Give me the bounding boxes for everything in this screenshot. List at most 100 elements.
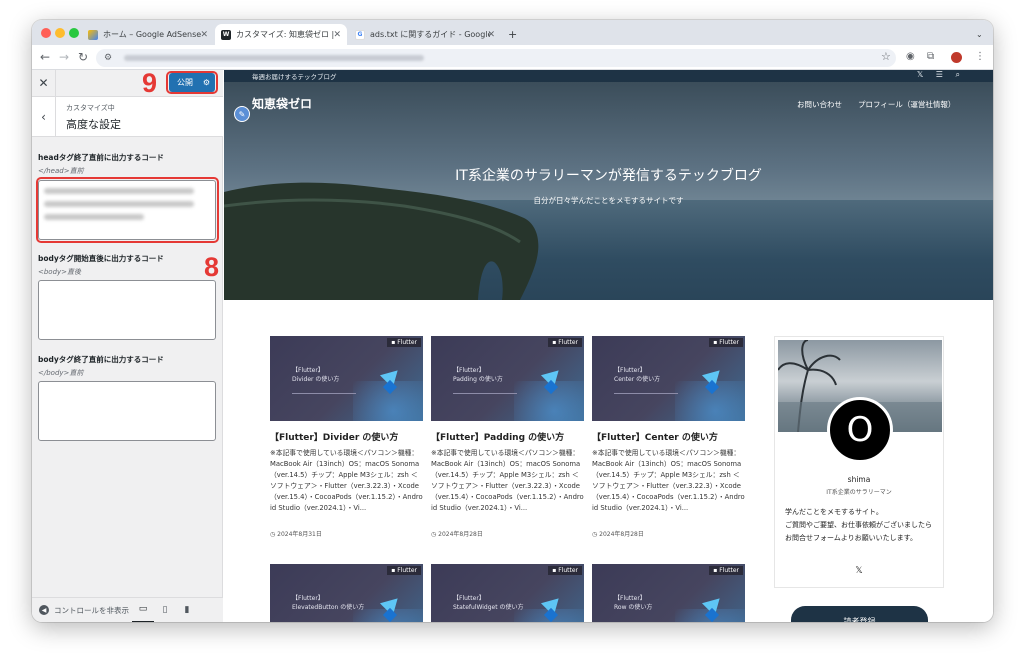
- subscribe-button[interactable]: 読者登録: [791, 606, 928, 622]
- address-bar[interactable]: ⚙ ☆: [96, 49, 896, 67]
- new-tab-button[interactable]: +: [502, 24, 522, 45]
- head-field-highlight: [36, 177, 219, 243]
- section-subtitle: カスタマイズ中: [66, 104, 115, 112]
- back-arrow-icon[interactable]: ‹: [32, 97, 56, 137]
- mobile-preview-icon[interactable]: ▮: [176, 598, 198, 623]
- wordpress-icon: W: [221, 29, 231, 40]
- tab-customizer[interactable]: W カスタマイズ: 知恵袋ゼロ | 毎週お届けする ✕: [215, 24, 347, 45]
- adsense-icon: [88, 29, 98, 40]
- customizer-footer: ◀ コントロールを非表示 ▭ ▯ ▮: [32, 597, 223, 622]
- section-title: 高度な設定: [66, 118, 121, 131]
- minimize-window-button[interactable]: [55, 28, 65, 38]
- post-thumbnail[interactable]: ▪ Flutter 【Flutter】 Padding の使い方: [431, 336, 584, 421]
- thumb-divider: [292, 393, 356, 394]
- body-close-code-desc: </body>直前: [38, 369, 84, 377]
- post-card[interactable]: ▪ Flutter 【Flutter】 Center の使い方 【Flutter…: [592, 336, 745, 538]
- nav-profile[interactable]: プロフィール（運営社情報）: [858, 99, 955, 110]
- post-excerpt: ※本記事で使用している環境＜パソコン＞機種：MacBook Air（13inch…: [592, 449, 745, 512]
- hide-controls-label: コントロールを非表示: [54, 605, 129, 615]
- body-close-code-label: bodyタグ終了直前に出力するコード: [38, 355, 164, 364]
- thumb-title: 【Flutter】 Center の使い方: [614, 367, 661, 383]
- post-title[interactable]: 【Flutter】Divider の使い方: [270, 430, 423, 443]
- post-title[interactable]: 【Flutter】Padding の使い方: [431, 430, 584, 443]
- post-card[interactable]: ▪ Flutter 【Flutter】 StatefulWidget の使い方: [431, 564, 584, 622]
- body-close-code-field[interactable]: [38, 381, 216, 441]
- google-icon: G: [355, 29, 365, 40]
- thumb-title: 【Flutter】 ElevatedButton の使い方: [292, 595, 365, 611]
- tab-title: ホーム – Google AdSense: [103, 30, 202, 39]
- site-info-icon[interactable]: ⚙: [104, 52, 112, 64]
- publish-highlight: [166, 71, 218, 94]
- menu-kebab-icon[interactable]: ⋮: [975, 51, 985, 63]
- body-open-code-label: bodyタグ開始直後に出力するコード: [38, 254, 164, 263]
- tab-close-icon[interactable]: ✕: [333, 30, 341, 40]
- tab-title: カスタマイズ: 知恵袋ゼロ | 毎週お届けする: [236, 30, 336, 39]
- desktop-preview-icon[interactable]: ▭: [132, 598, 154, 622]
- hero-subheading: 自分が日々学んだことをメモするサイトです: [533, 196, 684, 205]
- post-thumbnail[interactable]: ▪ Flutter 【Flutter】 ElevatedButton の使い方: [270, 564, 423, 622]
- section-header: ‹ カスタマイズ中 高度な設定: [32, 97, 223, 137]
- body-open-code-field[interactable]: [38, 280, 216, 340]
- category-badge: ▪ Flutter: [387, 338, 421, 347]
- forward-button[interactable]: →: [59, 50, 69, 64]
- reload-button[interactable]: ↻: [78, 50, 88, 64]
- hide-controls-button[interactable]: ◀ コントロールを非表示: [32, 605, 132, 616]
- avatar[interactable]: O: [827, 397, 893, 463]
- close-customizer-button[interactable]: ✕: [32, 70, 56, 97]
- x-social-icon[interactable]: 𝕏: [775, 566, 943, 576]
- annotation-publish: 9: [142, 68, 158, 98]
- site-logo-icon[interactable]: ✎: [234, 106, 250, 122]
- nav-contact[interactable]: お問い合わせ: [797, 99, 842, 110]
- site-nav: お問い合わせ プロフィール（運営社情報）: [797, 99, 955, 110]
- thumb-divider: [614, 393, 678, 394]
- puzzle-icon[interactable]: ⧉: [927, 51, 934, 63]
- thumb-divider: [453, 393, 517, 394]
- thumb-title: 【Flutter】 Divider の使い方: [292, 367, 340, 383]
- thumb-title: 【Flutter】 Padding の使い方: [453, 367, 503, 383]
- rock-cliff-image: [224, 182, 539, 300]
- tab-adsense[interactable]: ホーム – Google AdSense ✕: [82, 24, 214, 45]
- tab-title: ads.txt に関するガイド - Google: [370, 30, 490, 39]
- tab-close-icon[interactable]: ✕: [200, 30, 208, 40]
- thumb-title: 【Flutter】 Row の使い方: [614, 595, 653, 611]
- profile-widget: O shima IT系企業のサラリーマン 学んだことをメモするサイト。 ご質問や…: [774, 336, 944, 588]
- post-date: ◷ 2024年8月31日: [270, 531, 322, 538]
- post-card[interactable]: ▪ Flutter 【Flutter】 Padding の使い方 【Flutte…: [431, 336, 584, 538]
- post-card[interactable]: ▪ Flutter 【Flutter】 ElevatedButton の使い方: [270, 564, 423, 622]
- post-thumbnail[interactable]: ▪ Flutter 【Flutter】 Center の使い方: [592, 336, 745, 421]
- avatar[interactable]: [951, 52, 962, 63]
- post-excerpt: ※本記事で使用している環境＜パソコン＞機種：MacBook Air（13inch…: [270, 449, 423, 512]
- post-title[interactable]: 【Flutter】Center の使い方: [592, 430, 745, 443]
- site-preview: 毎週お届けするテックブログ 𝕏 ☰ ⌕ ✎ 知恵袋ゼロ お問い合わせ プロフィー…: [224, 70, 993, 622]
- tab-search-chevron-icon[interactable]: ⌄: [970, 24, 990, 45]
- maximize-window-button[interactable]: [69, 28, 79, 38]
- hero-banner: ✎ 知恵袋ゼロ お問い合わせ プロフィール（運営社情報） IT系企業のサラリーマ…: [224, 82, 993, 300]
- profile-name: shima: [847, 475, 871, 484]
- post-card[interactable]: ▪ Flutter 【Flutter】 Row の使い方: [592, 564, 745, 622]
- browser-window: ホーム – Google AdSense ✕ W カスタマイズ: 知恵袋ゼロ |…: [32, 20, 993, 622]
- tab-ads-txt-guide[interactable]: G ads.txt に関するガイド - Google ✕: [349, 24, 501, 45]
- head-code-label: headタグ終了直前に出力するコード: [38, 153, 164, 162]
- post-card[interactable]: ▪ Flutter 【Flutter】 Divider の使い方 【Flutte…: [270, 336, 423, 538]
- post-thumbnail[interactable]: ▪ Flutter 【Flutter】 Divider の使い方: [270, 336, 423, 421]
- close-window-button[interactable]: [41, 28, 51, 38]
- site-topbar: 毎週お届けするテックブログ 𝕏 ☰ ⌕: [224, 70, 993, 82]
- post-excerpt: ※本記事で使用している環境＜パソコン＞機種：MacBook Air（13inch…: [431, 449, 584, 512]
- site-title[interactable]: 知恵袋ゼロ: [252, 95, 312, 112]
- back-button[interactable]: ←: [40, 50, 50, 64]
- profile-role: IT系企業のサラリーマン: [826, 489, 892, 496]
- bookmark-star-icon[interactable]: ☆: [881, 51, 891, 63]
- annotation-head-field: 8: [204, 252, 220, 282]
- category-badge: ▪ Flutter: [387, 566, 421, 575]
- extension-icon[interactable]: ◉: [906, 51, 915, 63]
- topbar-social-icons[interactable]: 𝕏 ☰ ⌕: [917, 70, 965, 80]
- tablet-preview-icon[interactable]: ▯: [154, 598, 176, 623]
- hero-heading: IT系企業のサラリーマンが発信するテックブログ: [455, 168, 762, 184]
- profile-bio: 学んだことをメモするサイト。 ご質問やご要望、お仕事依頼がございましたらお問合せ…: [785, 508, 932, 542]
- customizer-sidebar: ✕ 公開 ⚙ 9 ‹ カスタマイズ中 高度な設定 headタグ終了直前に出力する…: [32, 70, 223, 622]
- thumb-title: 【Flutter】 StatefulWidget の使い方: [453, 595, 524, 611]
- head-code-desc: </head>直前: [38, 167, 84, 175]
- post-thumbnail[interactable]: ▪ Flutter 【Flutter】 Row の使い方: [592, 564, 745, 622]
- post-thumbnail[interactable]: ▪ Flutter 【Flutter】 StatefulWidget の使い方: [431, 564, 584, 622]
- tab-close-icon[interactable]: ✕: [487, 30, 495, 40]
